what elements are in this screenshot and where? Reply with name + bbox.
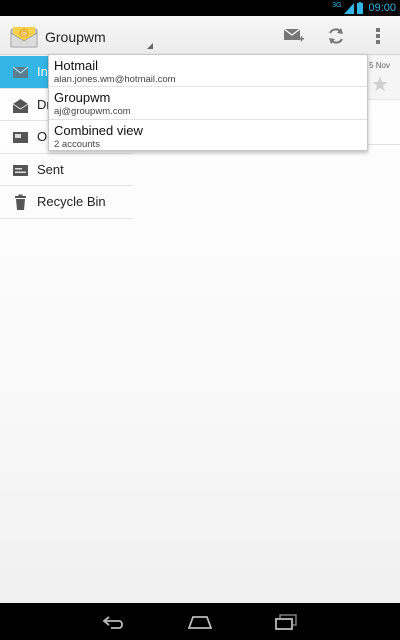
home-button[interactable] bbox=[185, 611, 215, 633]
refresh-icon bbox=[329, 28, 343, 44]
folder-label: Sent bbox=[37, 161, 64, 177]
account-option-combined-view[interactable]: Combined view 2 accounts bbox=[49, 120, 367, 152]
account-spinner[interactable]: Groupwm bbox=[45, 20, 155, 53]
battery-icon bbox=[357, 1, 364, 14]
back-button[interactable] bbox=[100, 611, 130, 633]
overflow-menu-icon bbox=[376, 28, 380, 44]
message-date: 5 Nov bbox=[369, 61, 390, 70]
account-option-detail: 2 accounts bbox=[54, 138, 100, 150]
account-option-groupwm[interactable]: Groupwm aj@groupwm.com bbox=[49, 87, 367, 120]
account-option-detail: aj@groupwm.com bbox=[54, 106, 131, 118]
sent-icon bbox=[13, 164, 28, 176]
navigation-bar bbox=[0, 603, 400, 640]
account-option-hotmail[interactable]: Hotmail alan.jones.wm@hotmail.com bbox=[49, 55, 367, 88]
clock: 09:00 bbox=[368, 2, 396, 14]
folder-recycle-bin[interactable]: Recycle Bin bbox=[0, 186, 133, 219]
folder-label: In bbox=[37, 64, 48, 79]
drafts-icon bbox=[12, 98, 29, 113]
folder-sent[interactable]: Sent bbox=[0, 154, 133, 186]
recent-apps-icon bbox=[275, 614, 297, 630]
inbox-icon bbox=[12, 66, 29, 78]
email-app-icon[interactable]: @ bbox=[10, 21, 38, 49]
trash-icon bbox=[15, 194, 26, 210]
account-name: Groupwm bbox=[45, 29, 106, 45]
outbox-icon bbox=[13, 132, 28, 143]
spinner-arrow-icon bbox=[147, 43, 153, 49]
svg-text:@: @ bbox=[21, 30, 28, 38]
signal-icon bbox=[344, 2, 355, 14]
account-option-name: Groupwm bbox=[54, 90, 111, 106]
recent-apps-button[interactable] bbox=[271, 611, 301, 633]
back-icon bbox=[103, 616, 123, 629]
star-icon[interactable] bbox=[372, 76, 388, 92]
overflow-menu-button[interactable] bbox=[362, 20, 394, 52]
compose-icon bbox=[283, 28, 304, 42]
network-type: 3G bbox=[332, 1, 342, 9]
compose-button[interactable] bbox=[278, 20, 310, 52]
account-option-detail: alan.jones.wm@hotmail.com bbox=[54, 74, 176, 85]
account-option-name: Hotmail bbox=[54, 58, 99, 73]
action-bar: @ Groupwm bbox=[0, 16, 400, 55]
home-icon bbox=[187, 616, 213, 629]
status-bar: 3G 09:00 bbox=[0, 0, 400, 16]
account-option-name: Combined view bbox=[54, 122, 143, 138]
account-dropdown: Hotmail alan.jones.wm@hotmail.com Groupw… bbox=[48, 54, 368, 151]
folder-label: Recycle Bin bbox=[37, 194, 106, 209]
refresh-button[interactable] bbox=[320, 20, 352, 52]
